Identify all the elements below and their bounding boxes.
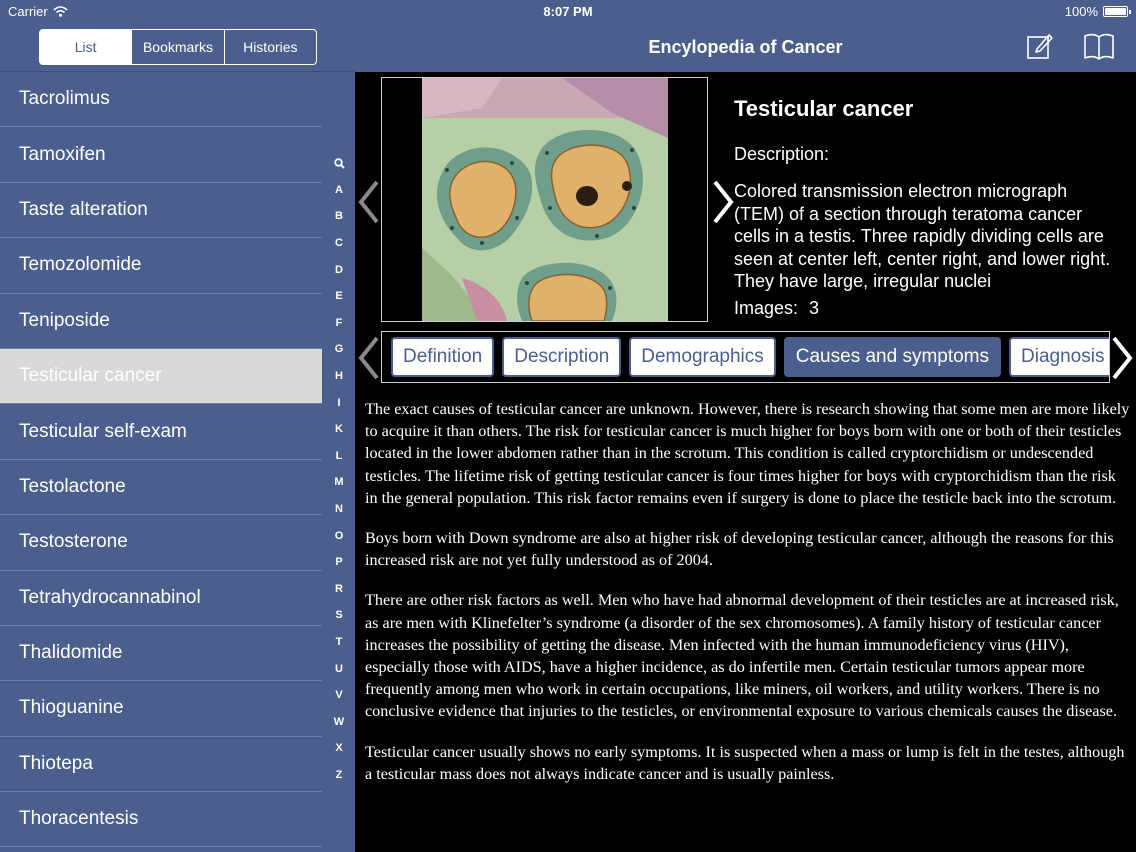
list-item[interactable]: Tetrahydrocannabinol [0,571,322,626]
book-icon[interactable] [1082,30,1114,62]
content-area: Testicular cancer Description: Colored t… [355,72,1136,852]
index-letter[interactable]: I [326,389,352,416]
article-paragraph: There are other risk factors as well. Me… [365,591,1119,721]
index-letter[interactable]: O [326,522,352,549]
list-item[interactable]: Testolactone [0,460,322,516]
topic-list: Tacrolimus Tamoxifen Taste alteration Te… [0,72,322,848]
index-letter[interactable]: M [326,469,352,496]
list-item[interactable]: Testicular self-exam [0,404,322,460]
article-paragraph: The exact causes of testicular cancer ar… [365,400,1130,507]
tab-definition[interactable]: Definition [391,337,495,377]
index-letter[interactable]: W [326,708,352,735]
index-letter[interactable]: L [326,443,352,470]
index-letter[interactable]: F [326,310,352,337]
index-letter[interactable]: X [326,735,352,762]
article-paragraph: Boys born with Down syndrome are also at… [365,529,1114,570]
status-bar: Carrier 8:07 PM 100% [0,0,1136,24]
tab-causes-and-symptoms[interactable]: Causes and symptoms [783,337,1002,377]
battery-percent: 100% [1064,4,1098,19]
tab-demographics[interactable]: Demographics [629,337,776,377]
tabs-scroll-right-arrow-icon[interactable] [1108,334,1136,382]
next-image-arrow-icon[interactable] [709,178,737,226]
description-text: Colored transmission electron micrograph… [734,181,1111,291]
index-letter[interactable]: G [326,336,352,363]
list-item[interactable]: Thalidomide [0,626,322,682]
index-letter[interactable]: A [326,177,352,204]
micrograph-image[interactable] [422,78,668,321]
list-item[interactable]: Teniposide [0,294,322,349]
index-letter[interactable]: E [326,283,352,310]
index-letter[interactable]: B [326,203,352,230]
page-title: Encylopedia of Cancer [648,37,843,57]
sidebar: List Bookmarks Histories Tacrolimus Tamo… [0,0,355,852]
list-item[interactable]: Temozolomide [0,238,322,294]
list-item[interactable]: Thiotepa [0,737,322,793]
index-letter[interactable]: N [326,496,352,523]
article-body: The exact causes of testicular cancer ar… [365,398,1131,803]
index-letter[interactable]: S [326,602,352,629]
segment-list[interactable]: List [40,30,132,64]
compose-icon[interactable] [1025,30,1057,62]
previous-image-arrow-icon[interactable] [355,178,383,226]
list-item-selected[interactable]: Testicular cancer [0,348,322,405]
index-letter[interactable]: Z [326,762,352,789]
tab-diagnosis[interactable]: Diagnosis [1009,337,1109,377]
tabs-scroll-left-arrow-icon[interactable] [355,334,383,382]
status-time: 8:07 PM [543,4,593,19]
entry-info: Testicular cancer Description: Colored t… [734,96,1114,319]
index-letter[interactable]: P [326,549,352,576]
section-tabs: Definition Description Demographics Caus… [381,331,1110,383]
alphabet-index: A B C D E F G H I K L M N O P R S T U V … [326,150,352,788]
index-letter[interactable]: K [326,416,352,443]
index-letter[interactable]: D [326,256,352,283]
index-letter[interactable]: T [326,629,352,656]
article-paragraph: Testicular cancer usually shows no early… [365,742,1125,783]
segment-histories[interactable]: Histories [223,30,316,64]
segmented-control: List Bookmarks Histories [39,29,317,65]
index-letter[interactable]: R [326,576,352,603]
index-letter[interactable]: V [326,682,352,709]
images-count: 3 [809,298,820,318]
list-item[interactable]: Tamoxifen [0,127,322,183]
images-count-row: Images: 3 [734,298,1114,319]
index-letter[interactable]: U [326,655,352,682]
battery-group: 100% [1064,4,1131,19]
segment-bookmarks[interactable]: Bookmarks [131,30,223,64]
description-label: Description: [734,144,830,164]
list-item[interactable]: Thioguanine [0,681,322,737]
battery-icon [1103,6,1131,17]
image-frame [381,77,708,322]
images-label: Images: [734,298,799,318]
index-letter[interactable]: H [326,363,352,390]
tab-description[interactable]: Description [502,337,622,377]
list-item[interactable]: Thoracentesis [0,792,322,848]
entry-title: Testicular cancer [734,96,914,121]
index-letter[interactable]: C [326,230,352,257]
list-item[interactable]: Taste alteration [0,183,322,239]
list-item[interactable]: Testosterone [0,515,322,571]
index-search-icon[interactable] [326,150,352,177]
list-item[interactable]: Tacrolimus [0,72,322,128]
